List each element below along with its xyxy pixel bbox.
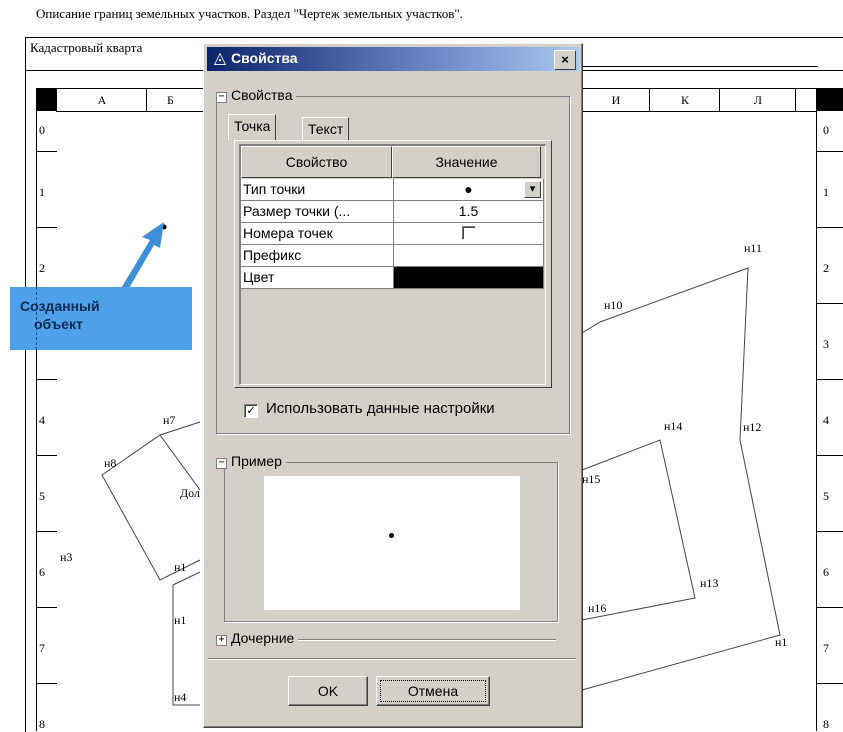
property-name: Тип точки [241, 179, 394, 201]
chevron-down-icon[interactable]: ▾ [524, 181, 541, 198]
table-row[interactable]: Префикс [241, 245, 544, 267]
properties-group-label: Свойства [231, 87, 293, 103]
property-grid: Свойство Значение Тип точки ● ▾ Размер т… [239, 144, 546, 385]
parcel-boundary [581, 439, 696, 621]
table-row[interactable]: Размер точки (... 1.5 [241, 201, 544, 223]
example-preview [264, 476, 520, 610]
preview-point [389, 533, 394, 538]
dialog-title: Свойства [231, 50, 298, 66]
point-label: н8 [104, 456, 117, 470]
point-label: н14 [664, 419, 683, 433]
close-button[interactable]: × [554, 50, 576, 70]
ok-button[interactable]: OK [288, 676, 368, 706]
callout-line-1: Созданный [20, 298, 100, 314]
prefix-field[interactable] [394, 245, 544, 267]
properties-group-header[interactable]: − Свойства [216, 87, 297, 103]
parcel-boundary [159, 434, 201, 491]
point-label: н1 [174, 613, 187, 627]
properties-dialog: ◬ Свойства × − Свойства Точка Текст Свойс… [203, 43, 583, 728]
parcel-boundary [172, 571, 201, 706]
property-name: Цвет [241, 267, 394, 289]
point-label: н16 [588, 601, 607, 615]
collapse-icon[interactable]: − [216, 92, 227, 103]
point-label: н3 [60, 550, 73, 564]
point-type-value: ● [464, 181, 473, 197]
callout-line-2: объект [34, 316, 83, 332]
point-type-select[interactable]: ● ▾ [394, 179, 544, 201]
partial-text: Дол [180, 486, 201, 500]
column-header-property[interactable]: Свойство [241, 146, 392, 178]
expand-icon[interactable]: + [216, 635, 227, 646]
point-label: н12 [743, 420, 762, 434]
point-label: н4 [174, 690, 187, 704]
point-label: н11 [744, 241, 762, 255]
child-group-header[interactable]: + Дочерние [216, 630, 299, 646]
dialog-titlebar[interactable]: ◬ Свойства × [207, 47, 579, 71]
button-divider [208, 658, 576, 660]
example-group-label: Пример [231, 453, 282, 469]
cancel-button[interactable]: Отмена [376, 676, 490, 706]
point-numbers-cell[interactable] [394, 223, 544, 245]
table-row[interactable]: Номера точек [241, 223, 544, 245]
use-settings-label: Использовать данные настройки [266, 400, 495, 417]
property-name: Номера точек [241, 223, 394, 245]
tab-point[interactable]: Точка [228, 114, 277, 140]
point-size-field[interactable]: 1.5 [394, 201, 544, 223]
parcel-boundary [581, 267, 781, 691]
child-group-label: Дочерние [231, 630, 295, 646]
tab-text[interactable]: Текст [302, 117, 350, 140]
use-settings-row[interactable]: ✓ Использовать данные настройки [244, 400, 495, 418]
parcel-boundary [101, 421, 201, 581]
use-settings-checkbox[interactable]: ✓ [244, 404, 258, 418]
point-label: н1 [775, 635, 788, 649]
point-numbers-checkbox[interactable] [461, 226, 476, 240]
property-name: Префикс [241, 245, 394, 267]
point-label: н1 [174, 560, 187, 574]
property-name: Размер точки (... [241, 201, 394, 223]
point-label: н15 [582, 472, 601, 486]
callout-arrow [120, 222, 164, 290]
example-group-header[interactable]: − Пример [216, 453, 286, 469]
table-row[interactable]: Цвет [241, 267, 544, 289]
table-row[interactable]: Тип точки ● ▾ [241, 179, 544, 201]
point-label: н13 [700, 576, 719, 590]
point-label: н7 [163, 413, 176, 427]
properties-icon: ◬ [213, 50, 227, 67]
point-label: н10 [604, 298, 623, 312]
collapse-icon[interactable]: − [216, 458, 227, 469]
callout-text: Созданный объект [20, 297, 100, 333]
color-swatch[interactable] [394, 267, 544, 289]
column-header-value[interactable]: Значение [392, 146, 541, 178]
